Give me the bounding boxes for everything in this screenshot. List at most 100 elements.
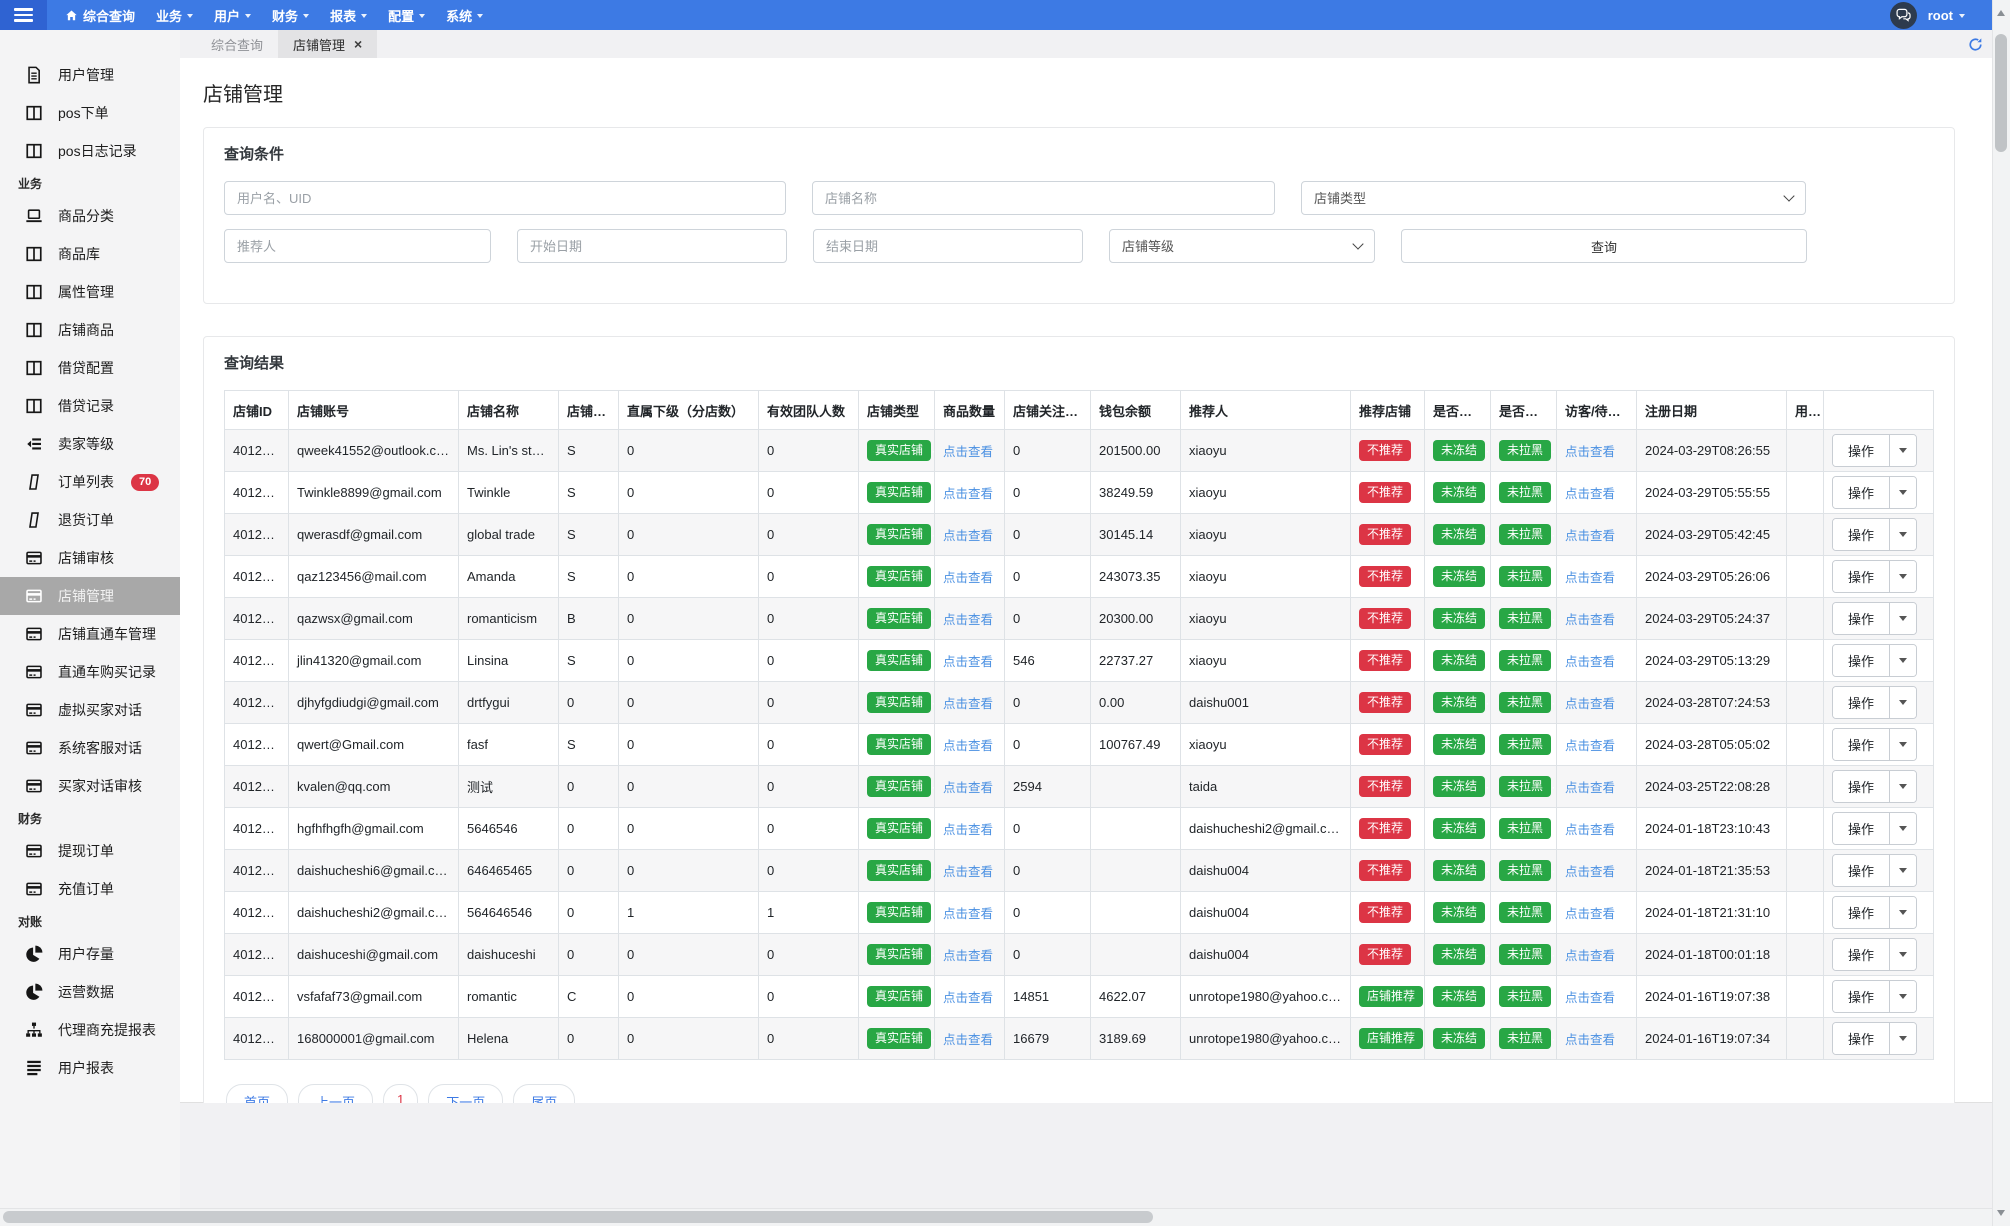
goods-count-link[interactable]: 点击查看 bbox=[943, 571, 993, 585]
action-dropdown-button[interactable] bbox=[1889, 771, 1917, 802]
sidebar-item[interactable]: 充值订单 bbox=[0, 870, 180, 908]
visitor-link[interactable]: 点击查看 bbox=[1565, 865, 1615, 879]
vertical-scrollbar-thumb[interactable] bbox=[1995, 34, 2007, 152]
referrer-input[interactable] bbox=[224, 229, 491, 263]
sidebar-item[interactable]: 借贷记录 bbox=[0, 387, 180, 425]
tab-inactive[interactable]: 综合查询 bbox=[196, 30, 278, 58]
action-dropdown-button[interactable] bbox=[1889, 813, 1917, 844]
goods-count-link[interactable]: 点击查看 bbox=[943, 991, 993, 1005]
sidebar-item[interactable]: 虚拟买家对话 bbox=[0, 691, 180, 729]
sidebar-item[interactable]: 店铺商品 bbox=[0, 311, 180, 349]
nav-item[interactable]: 综合查询 bbox=[65, 6, 135, 25]
action-button[interactable]: 操作 bbox=[1833, 519, 1890, 550]
action-dropdown-button[interactable] bbox=[1889, 561, 1917, 592]
visitor-link[interactable]: 点击查看 bbox=[1565, 781, 1615, 795]
action-button[interactable]: 操作 bbox=[1833, 435, 1890, 466]
sidebar-item[interactable]: 用户管理 bbox=[0, 56, 180, 94]
shop-level-select[interactable]: 店铺等级 bbox=[1109, 229, 1375, 263]
goods-count-link[interactable]: 点击查看 bbox=[943, 697, 993, 711]
sidebar-toggle-button[interactable] bbox=[0, 0, 47, 30]
horizontal-scrollbar-thumb[interactable] bbox=[3, 1211, 1153, 1223]
nav-item[interactable]: 系统 bbox=[446, 6, 484, 25]
action-dropdown-button[interactable] bbox=[1889, 897, 1917, 928]
action-dropdown-button[interactable] bbox=[1889, 855, 1917, 886]
action-button[interactable]: 操作 bbox=[1833, 477, 1890, 508]
visitor-link[interactable]: 点击查看 bbox=[1565, 655, 1615, 669]
visitor-link[interactable]: 点击查看 bbox=[1565, 613, 1615, 627]
goods-count-link[interactable]: 点击查看 bbox=[943, 487, 993, 501]
goods-count-link[interactable]: 点击查看 bbox=[943, 781, 993, 795]
visitor-link[interactable]: 点击查看 bbox=[1565, 571, 1615, 585]
sidebar-item[interactable]: 用户报表 bbox=[0, 1049, 180, 1087]
goods-count-link[interactable]: 点击查看 bbox=[943, 529, 993, 543]
action-dropdown-button[interactable] bbox=[1889, 939, 1917, 970]
sidebar-item[interactable]: 代理商充提报表 bbox=[0, 1011, 180, 1049]
action-dropdown-button[interactable] bbox=[1889, 603, 1917, 634]
visitor-link[interactable]: 点击查看 bbox=[1565, 1033, 1615, 1047]
sidebar-item[interactable]: pos下单 bbox=[0, 94, 180, 132]
vertical-scrollbar[interactable] bbox=[1992, 0, 2010, 1226]
sidebar-item[interactable]: 商品库 bbox=[0, 235, 180, 273]
action-dropdown-button[interactable] bbox=[1889, 687, 1917, 718]
nav-item[interactable]: 业务 bbox=[156, 6, 194, 25]
action-dropdown-button[interactable] bbox=[1889, 519, 1917, 550]
goods-count-link[interactable]: 点击查看 bbox=[943, 655, 993, 669]
action-button[interactable]: 操作 bbox=[1833, 729, 1890, 760]
sidebar-item[interactable]: 店铺审核 bbox=[0, 539, 180, 577]
sidebar-item[interactable]: 订单列表 70 bbox=[0, 463, 180, 501]
visitor-link[interactable]: 点击查看 bbox=[1565, 907, 1615, 921]
sidebar-item[interactable]: pos日志记录 bbox=[0, 132, 180, 170]
sidebar-item[interactable]: 运营数据 bbox=[0, 973, 180, 1011]
refresh-icon[interactable] bbox=[1968, 37, 1983, 52]
sidebar-item[interactable]: 买家对话审核 bbox=[0, 767, 180, 805]
goods-count-link[interactable]: 点击查看 bbox=[943, 445, 993, 459]
sidebar-item[interactable]: 店铺直通车管理 bbox=[0, 615, 180, 653]
nav-item[interactable]: 配置 bbox=[388, 6, 426, 25]
goods-count-link[interactable]: 点击查看 bbox=[943, 613, 993, 627]
horizontal-scrollbar[interactable] bbox=[0, 1208, 1993, 1226]
visitor-link[interactable]: 点击查看 bbox=[1565, 823, 1615, 837]
end-date-input[interactable] bbox=[813, 229, 1083, 263]
username-uid-input[interactable] bbox=[224, 181, 786, 215]
messages-button[interactable] bbox=[1889, 1, 1917, 29]
scroll-down-arrow-icon[interactable] bbox=[1997, 1210, 2005, 1220]
shop-type-select[interactable]: 店铺类型 bbox=[1301, 181, 1806, 215]
user-menu[interactable]: root bbox=[1928, 8, 1965, 23]
action-dropdown-button[interactable] bbox=[1889, 729, 1917, 760]
visitor-link[interactable]: 点击查看 bbox=[1565, 697, 1615, 711]
sidebar-item[interactable]: 直通车购买记录 bbox=[0, 653, 180, 691]
sidebar-item[interactable]: 提现订单 bbox=[0, 832, 180, 870]
scroll-up-arrow-icon[interactable] bbox=[1997, 6, 2005, 16]
visitor-link[interactable]: 点击查看 bbox=[1565, 949, 1615, 963]
sidebar-item[interactable]: 用户存量 bbox=[0, 935, 180, 973]
nav-item[interactable]: 报表 bbox=[330, 6, 368, 25]
goods-count-link[interactable]: 点击查看 bbox=[943, 907, 993, 921]
nav-item[interactable]: 用户 bbox=[214, 6, 252, 25]
action-button[interactable]: 操作 bbox=[1833, 813, 1890, 844]
shop-name-input[interactable] bbox=[812, 181, 1275, 215]
goods-count-link[interactable]: 点击查看 bbox=[943, 739, 993, 753]
action-dropdown-button[interactable] bbox=[1889, 981, 1917, 1012]
action-button[interactable]: 操作 bbox=[1833, 645, 1890, 676]
action-button[interactable]: 操作 bbox=[1833, 603, 1890, 634]
query-button[interactable]: 查询 bbox=[1401, 229, 1807, 263]
visitor-link[interactable]: 点击查看 bbox=[1565, 529, 1615, 543]
action-dropdown-button[interactable] bbox=[1889, 435, 1917, 466]
goods-count-link[interactable]: 点击查看 bbox=[943, 1033, 993, 1047]
sidebar-item[interactable]: 退货订单 bbox=[0, 501, 180, 539]
tab-active[interactable]: 店铺管理 × bbox=[278, 30, 378, 58]
action-dropdown-button[interactable] bbox=[1889, 1023, 1917, 1054]
sidebar-item[interactable]: 属性管理 bbox=[0, 273, 180, 311]
action-button[interactable]: 操作 bbox=[1833, 897, 1890, 928]
visitor-link[interactable]: 点击查看 bbox=[1565, 487, 1615, 501]
action-button[interactable]: 操作 bbox=[1833, 981, 1890, 1012]
goods-count-link[interactable]: 点击查看 bbox=[943, 865, 993, 879]
action-button[interactable]: 操作 bbox=[1833, 771, 1890, 802]
action-dropdown-button[interactable] bbox=[1889, 477, 1917, 508]
sidebar-item[interactable]: 卖家等级 bbox=[0, 425, 180, 463]
goods-count-link[interactable]: 点击查看 bbox=[943, 823, 993, 837]
sidebar-item[interactable]: 借贷配置 bbox=[0, 349, 180, 387]
visitor-link[interactable]: 点击查看 bbox=[1565, 445, 1615, 459]
action-button[interactable]: 操作 bbox=[1833, 855, 1890, 886]
action-button[interactable]: 操作 bbox=[1833, 939, 1890, 970]
